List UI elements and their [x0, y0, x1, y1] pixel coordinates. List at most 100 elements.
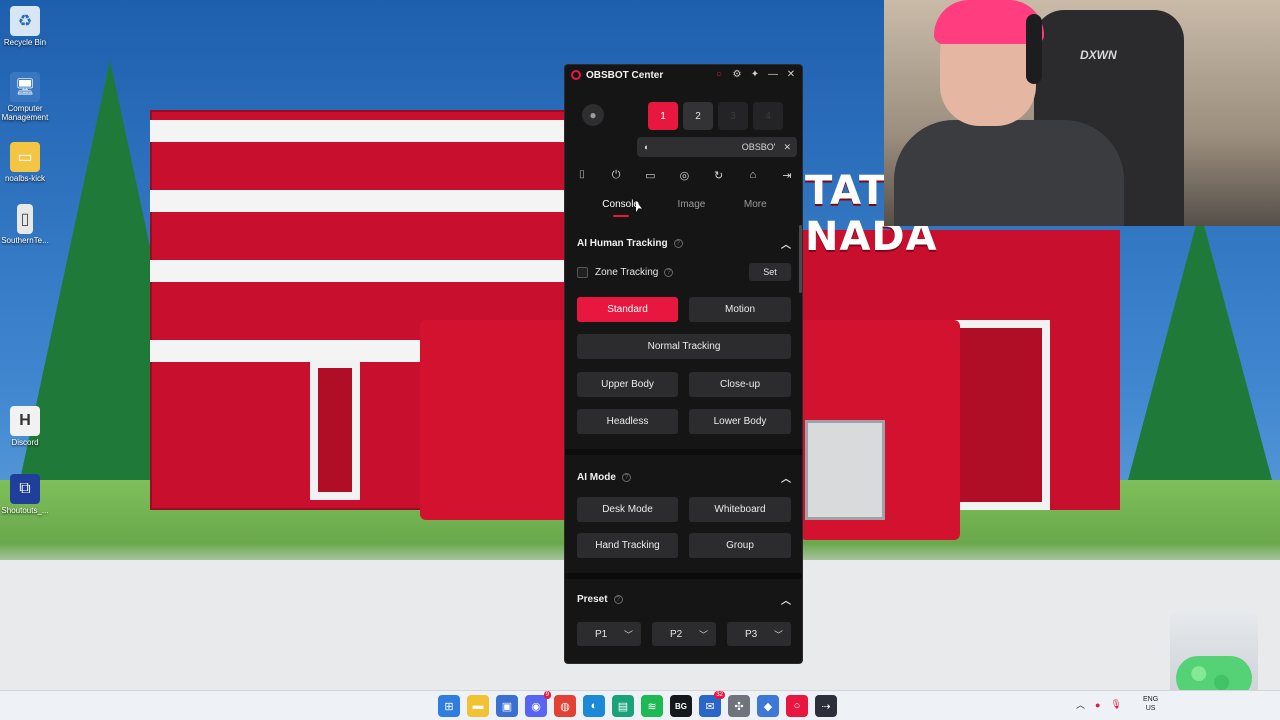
group-button[interactable]: Group [689, 533, 791, 558]
minimize-icon[interactable]: — [768, 70, 778, 80]
record-video-icon[interactable]: ▭ [643, 169, 657, 182]
privacy-icon[interactable]: ⌂ [746, 169, 760, 181]
snapshot-icon[interactable]: ⌷ [575, 169, 589, 182]
desktop-icon-discord[interactable]: H Discord [0, 406, 50, 447]
headless-button[interactable]: Headless [577, 409, 678, 434]
desktop-icon-recycle-bin[interactable]: ♻ Recycle Bin [0, 6, 50, 47]
pin-icon[interactable]: ✦ [750, 70, 760, 80]
streamer-shirt [894, 120, 1124, 226]
chevron-up-icon[interactable]: ︿ [781, 236, 791, 251]
desktop-icon-computer-management[interactable]: 🖥 Computer Management [0, 72, 50, 122]
lower-body-button[interactable]: Lower Body [689, 409, 791, 434]
section-divider [565, 573, 802, 579]
power-icon[interactable]: ⏻ [609, 169, 623, 182]
tool-icon[interactable]: ✣ [728, 695, 750, 717]
fire-truck [420, 320, 580, 520]
help-icon[interactable]: ? [673, 238, 683, 248]
speaker-icon: ◖ [643, 142, 649, 152]
preset-label: P3 [745, 628, 758, 640]
preset-label: P2 [670, 628, 683, 640]
discord-icon[interactable]: ◉ 9 [525, 691, 551, 717]
desk-mode-button[interactable]: Desk Mode [577, 497, 678, 522]
desktop-icon-shoutouts[interactable]: ⧉ Shoutouts_... [0, 474, 50, 515]
edge-icon[interactable]: ◐ [583, 695, 605, 717]
hand-tracking-button[interactable]: Hand Tracking [577, 533, 678, 558]
mail-badge: 32 [714, 691, 725, 699]
mail-icon[interactable]: ✉ 32 [699, 691, 725, 717]
app-icon[interactable]: ▤ [612, 695, 634, 717]
desktop-icon-label: Discord [11, 438, 39, 447]
discord-badge: 9 [543, 691, 551, 699]
camera-slot-1[interactable]: 1 [648, 102, 678, 130]
file-explorer-icon[interactable]: ▬ [467, 695, 489, 717]
arrow-app-icon[interactable]: ⇢ [815, 695, 837, 717]
close-device-icon[interactable]: ✕ [783, 142, 791, 153]
truck-grille [805, 420, 885, 520]
tab-more[interactable]: More [744, 199, 767, 215]
close-icon[interactable]: ✕ [786, 70, 796, 80]
preset-p3-dropdown[interactable]: P3 ﹀ [727, 622, 791, 646]
close-up-button[interactable]: Close-up [689, 372, 791, 397]
headset [1026, 14, 1042, 84]
reset-icon[interactable]: ↻ [712, 169, 726, 182]
bg-icon[interactable]: BG [670, 695, 692, 717]
chair-logo: DXWN [1080, 48, 1117, 62]
windows-start-icon[interactable]: ⊞ [438, 695, 460, 717]
taskbar: ⊞ ▬ ▣ ◉ 9 ◍ ◐ ▤ ≋ BG ✉ 32 ✣ ◆ ○ ⇢ ︿ ● 🎙 EN… [0, 690, 1280, 720]
obsbot-tray-icon[interactable]: ● [1095, 700, 1100, 710]
camera-slot-2[interactable]: 2 [683, 102, 713, 130]
preset-p1-dropdown[interactable]: P1 ﹀ [577, 622, 641, 646]
tab-image[interactable]: Image [678, 199, 706, 215]
ai-tracking-header[interactable]: AI Human Tracking ? ︿ [577, 235, 791, 251]
whiteboard-button[interactable]: Whiteboard [689, 497, 791, 522]
app2-icon[interactable]: ◆ [757, 695, 779, 717]
webcam-overlay: DXWN [884, 0, 1280, 226]
desktop-icon-label: SouthernTe... [1, 236, 49, 245]
spotify-icon[interactable]: ≋ [641, 695, 663, 717]
desktop-icon-label: Shoutouts_... [1, 506, 49, 515]
settings-icon[interactable]: ⚙ [732, 70, 742, 80]
set-button[interactable]: Set [749, 263, 791, 281]
record-icon[interactable]: ○ [714, 70, 724, 80]
chevron-down-icon: ﹀ [773, 629, 783, 640]
device-row: ● 1 2 3 4 [565, 85, 802, 137]
zone-tracking-checkbox[interactable] [577, 266, 588, 278]
avatar[interactable]: ● [582, 104, 604, 126]
scrollbar[interactable] [799, 225, 802, 293]
tool-toolbar: ⌷ ⏻ ▭ ◎ ↻ ⌂ ⇥ [565, 165, 802, 185]
system-tray: ︿ ● 🎙 [1076, 698, 1122, 711]
tab-bar: Console Image More [565, 199, 802, 217]
chrome-icon[interactable]: ◍ [554, 695, 576, 717]
obsbot-icon[interactable]: ○ [786, 695, 808, 717]
mic-icon[interactable]: 🎙 [1110, 699, 1121, 710]
tab-console[interactable]: Console [602, 199, 639, 217]
desktop-icon-southernte[interactable]: ▯ SouthernTe... [0, 204, 50, 245]
device-name: OBSBO' [741, 142, 776, 152]
normal-tracking-button[interactable]: Normal Tracking [577, 334, 791, 359]
device-name-bar[interactable]: ◖ OBSBO' ✕ [637, 137, 797, 157]
standard-button[interactable]: Standard [577, 297, 678, 322]
desktop-icon-noalbs-kick[interactable]: ▭ noalbs-kick [0, 142, 50, 183]
preset-p2-dropdown[interactable]: P2 ﹀ [652, 622, 716, 646]
help-icon[interactable]: ? [613, 594, 623, 604]
window-titlebar[interactable]: OBSBOT Center ○ ⚙ ✦ — ✕ [565, 65, 802, 85]
help-icon[interactable]: ? [664, 267, 674, 277]
section-divider [565, 449, 802, 455]
folder-icon: ▭ [10, 142, 40, 172]
help-icon[interactable]: ? [621, 472, 631, 482]
upper-body-button[interactable]: Upper Body [577, 372, 678, 397]
store-icon[interactable]: ▣ [496, 695, 518, 717]
motion-button[interactable]: Motion [689, 297, 791, 322]
language-indicator[interactable]: ENG US [1143, 695, 1158, 713]
language-code: ENG [1143, 696, 1159, 703]
chevron-up-icon[interactable]: ︿ [781, 470, 791, 485]
chevron-up-icon[interactable]: ︿ [1076, 698, 1085, 711]
obsbot-center-window: OBSBOT Center ○ ⚙ ✦ — ✕ ● 1 2 3 4 ◖ OBSB… [564, 64, 803, 664]
computer-icon: 🖥 [10, 72, 40, 102]
ai-mode-header[interactable]: AI Mode ? ︿ [577, 469, 791, 485]
target-icon[interactable]: ◎ [677, 169, 691, 182]
ai-tracking-title: AI Human Tracking [577, 237, 668, 249]
chevron-up-icon[interactable]: ︿ [781, 592, 791, 607]
preset-header[interactable]: Preset ? ︿ [577, 591, 791, 607]
expand-icon[interactable]: ⇥ [780, 169, 794, 182]
